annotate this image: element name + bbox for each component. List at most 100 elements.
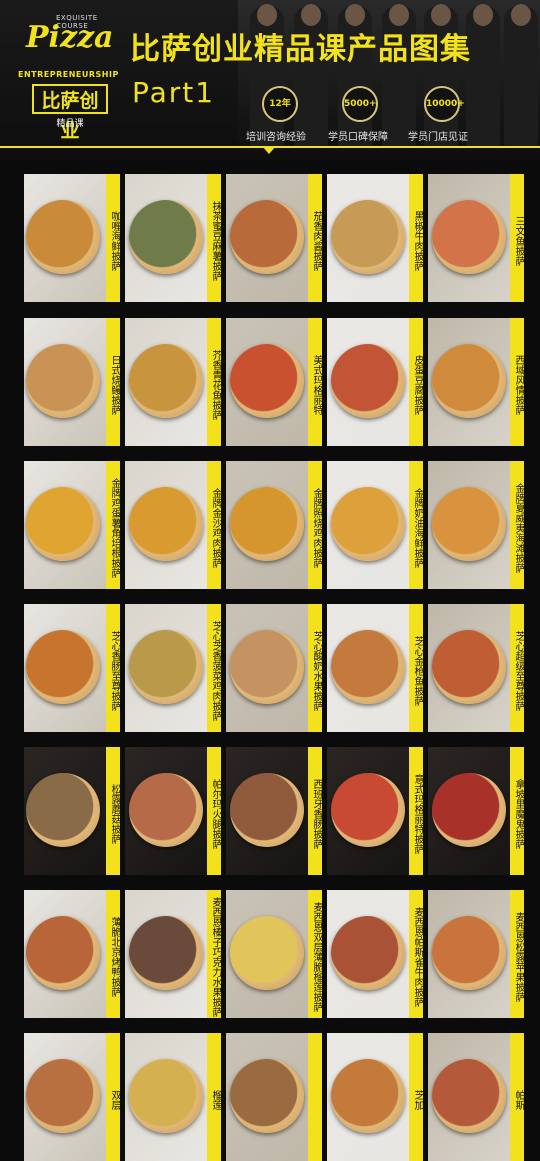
product-card[interactable]: 榴莲 xyxy=(125,1033,221,1161)
product-card[interactable]: 芝心超级至尊披萨 xyxy=(428,604,524,732)
product-card[interactable]: 黑椒牛肉披萨 xyxy=(327,174,423,302)
product-name: 金牌金沙鸡肉披萨 xyxy=(207,461,221,589)
pizza-image xyxy=(331,630,405,704)
pizza-image xyxy=(26,487,100,561)
pizza-image xyxy=(432,1059,506,1133)
pizza-image xyxy=(26,773,100,847)
product-card[interactable]: 三文鱼披萨 xyxy=(428,174,524,302)
product-card[interactable]: 金牌鸡蛋薯角培根披萨 xyxy=(24,461,120,589)
product-name: 芥香青花鱼披萨 xyxy=(207,318,221,446)
product-name: 芝心酸奶水果披萨 xyxy=(308,604,322,732)
product-name: 榴莲 xyxy=(207,1033,221,1161)
product-card[interactable]: 茄香肉酱披萨 xyxy=(226,174,322,302)
product-name: 麦西恩松露苹果披萨 xyxy=(510,890,524,1018)
pizza-image xyxy=(331,487,405,561)
page-title: 比萨创业精品课产品图集 xyxy=(130,32,471,67)
pizza-image xyxy=(129,344,203,418)
pizza-image xyxy=(230,773,304,847)
product-card[interactable]: 芝心芝香菠菜鸡肉披萨 xyxy=(125,604,221,732)
pizza-image xyxy=(26,200,100,274)
header: EXQUISITE COURSE Pizza ENTREPRENEURSHIP … xyxy=(0,0,540,160)
product-name xyxy=(308,1033,322,1161)
pizza-image xyxy=(331,344,405,418)
pizza-image xyxy=(230,630,304,704)
product-name: 抹茶蜜豆麻薯披萨 xyxy=(207,174,221,302)
product-card[interactable]: 芝心金枪鱼披萨 xyxy=(327,604,423,732)
product-card[interactable]: 美式玛格丽特 xyxy=(226,318,322,446)
product-name: 帕尔玛火腿披萨 xyxy=(207,747,221,875)
pizza-image xyxy=(230,344,304,418)
product-card[interactable]: 帕斯 xyxy=(428,1033,524,1161)
pizza-image xyxy=(129,773,203,847)
pizza-image xyxy=(331,773,405,847)
pizza-image xyxy=(129,487,203,561)
stat-badge-stores: 10000+ xyxy=(424,86,465,122)
pizza-image xyxy=(331,200,405,274)
pizza-image xyxy=(230,487,304,561)
product-card[interactable]: 麦西恩帕斯雀牛肉披萨 xyxy=(327,890,423,1018)
product-name: 茄香肉酱披萨 xyxy=(308,174,322,302)
pizza-image xyxy=(230,1059,304,1133)
product-card[interactable]: 芝加 xyxy=(327,1033,423,1161)
product-card[interactable]: 薄脆北京烤鸭披萨 xyxy=(24,890,120,1018)
pizza-image xyxy=(129,630,203,704)
product-card[interactable]: 麦西恩双层薄脆榴莲披萨 xyxy=(226,890,322,1018)
product-name: 芝心金枪鱼披萨 xyxy=(409,604,423,732)
product-name: 松露蘑菇披萨 xyxy=(106,747,120,875)
stat-badge-reputation: 5000+ xyxy=(342,86,378,122)
pizza-image xyxy=(331,916,405,990)
pizza-image xyxy=(230,200,304,274)
product-name: 三文鱼披萨 xyxy=(510,174,524,302)
pizza-image xyxy=(129,1059,203,1133)
product-card[interactable]: 咖喱海鲜披萨 xyxy=(24,174,120,302)
product-name: 芝心芝香菠菜鸡肉披萨 xyxy=(207,604,221,732)
product-card[interactable] xyxy=(226,1033,322,1161)
part-label: Part1 xyxy=(132,76,216,109)
product-card[interactable]: 芝心酸奶水果披萨 xyxy=(226,604,322,732)
product-name: 芝加 xyxy=(409,1033,423,1161)
stat-label-experience: 培训咨询经验 xyxy=(246,132,306,143)
product-name: 帕斯 xyxy=(510,1033,524,1161)
product-name: 金牌照烧鸡肉披萨 xyxy=(308,461,322,589)
product-name: 麦西恩双层薄脆榴莲披萨 xyxy=(308,890,322,1018)
product-card[interactable]: 金牌金沙鸡肉披萨 xyxy=(125,461,221,589)
product-card[interactable]: 麦西恩松露苹果披萨 xyxy=(428,890,524,1018)
product-name: 麦西恩榛子巧克力水果披萨 xyxy=(207,890,221,1018)
product-name: 意式玛格丽特披萨 xyxy=(409,747,423,875)
stat-label-reputation: 学员口碑保障 xyxy=(328,132,388,143)
staff-photo xyxy=(238,0,540,146)
product-card[interactable]: 芥香青花鱼披萨 xyxy=(125,318,221,446)
arrow-down-icon xyxy=(262,146,276,154)
pizza-image xyxy=(432,344,506,418)
product-name: 黑椒牛肉披萨 xyxy=(409,174,423,302)
product-card[interactable]: 金牌奶油海鲜披萨 xyxy=(327,461,423,589)
product-name: 双层 xyxy=(106,1033,120,1161)
product-name: 日式烧鳗披萨 xyxy=(106,318,120,446)
product-card[interactable]: 西域风情披萨 xyxy=(428,318,524,446)
product-card[interactable]: 抹茶蜜豆麻薯披萨 xyxy=(125,174,221,302)
product-card[interactable]: 拿坡里魔鬼披萨 xyxy=(428,747,524,875)
product-card[interactable]: 帕尔玛火腿披萨 xyxy=(125,747,221,875)
product-card[interactable]: 西班牙香肠披萨 xyxy=(226,747,322,875)
pizza-image xyxy=(26,916,100,990)
product-card[interactable]: 芝心香肠至尊披萨 xyxy=(24,604,120,732)
product-card[interactable]: 金牌夏威夷海滩披萨 xyxy=(428,461,524,589)
product-name: 芝心香肠至尊披萨 xyxy=(106,604,120,732)
logo-box-text: 比萨创业 xyxy=(32,84,108,142)
pizza-image xyxy=(26,344,100,418)
product-card[interactable]: 金牌照烧鸡肉披萨 xyxy=(226,461,322,589)
product-card[interactable]: 松露蘑菇披萨 xyxy=(24,747,120,875)
product-name: 麦西恩帕斯雀牛肉披萨 xyxy=(409,890,423,1018)
product-card[interactable]: 双层 xyxy=(24,1033,120,1161)
product-card[interactable]: 麦西恩榛子巧克力水果披萨 xyxy=(125,890,221,1018)
product-name: 金牌鸡蛋薯角培根披萨 xyxy=(106,461,120,589)
pizza-image xyxy=(26,1059,100,1133)
product-card[interactable]: 日式烧鳗披萨 xyxy=(24,318,120,446)
product-card[interactable]: 皮蛋豆腐披萨 xyxy=(327,318,423,446)
pizza-image xyxy=(129,916,203,990)
pizza-image xyxy=(432,916,506,990)
product-name: 拿坡里魔鬼披萨 xyxy=(510,747,524,875)
product-name: 西域风情披萨 xyxy=(510,318,524,446)
product-card[interactable]: 意式玛格丽特披萨 xyxy=(327,747,423,875)
staff-member xyxy=(504,4,538,146)
